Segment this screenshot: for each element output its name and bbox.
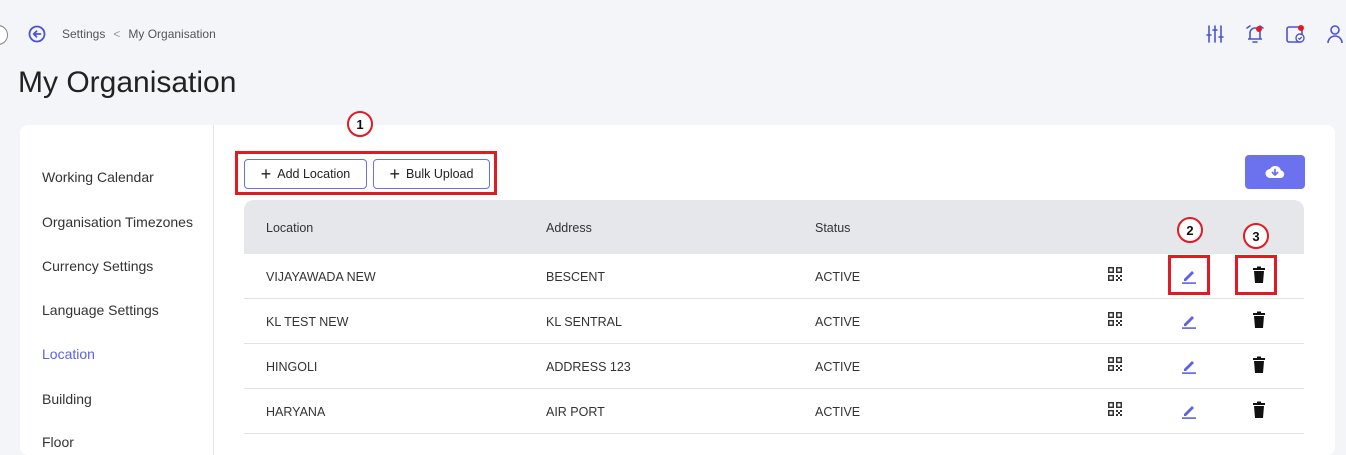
back-arrow-icon[interactable]	[28, 25, 46, 43]
qr-code-icon[interactable]	[1108, 312, 1122, 326]
user-icon[interactable]	[1324, 23, 1346, 45]
download-button[interactable]	[1245, 155, 1305, 189]
cell-location: HINGOLI	[266, 360, 318, 374]
table-row: HARYANA AIR PORT ACTIVE	[244, 389, 1304, 434]
filter-sliders-icon[interactable]	[1204, 23, 1226, 45]
bulk-upload-button[interactable]: + Bulk Upload	[373, 159, 490, 189]
table-header: Location Address Status	[244, 200, 1304, 254]
sidebar-item-currency-settings[interactable]: Currency Settings	[42, 258, 153, 274]
sidebar-item-organisation-timezones[interactable]: Organisation Timezones	[42, 214, 193, 230]
header-address: Address	[546, 221, 592, 235]
cell-status: ACTIVE	[815, 405, 861, 419]
callout-2: 2	[1177, 217, 1203, 243]
cell-address: BESCENT	[546, 270, 606, 284]
highlight-box-edit	[1168, 255, 1210, 295]
cloud-download-icon	[1265, 166, 1285, 178]
cell-location: VIJAYAWADA NEW	[266, 270, 376, 284]
settings-sidebar: Working Calendar Organisation Timezones …	[20, 125, 214, 455]
delete-trash-icon[interactable]	[1252, 401, 1266, 418]
cell-status: ACTIVE	[815, 360, 861, 374]
cell-status: ACTIVE	[815, 270, 861, 284]
table-row: HINGOLI ADDRESS 123 ACTIVE	[244, 344, 1304, 389]
breadcrumb-settings-link[interactable]: Settings	[62, 27, 105, 41]
alarm-bell-icon[interactable]	[1244, 23, 1266, 45]
breadcrumb-current: My Organisation	[128, 27, 216, 41]
sidebar-item-location[interactable]: Location	[42, 346, 95, 362]
cell-address: AIR PORT	[546, 405, 605, 419]
qr-code-icon[interactable]	[1108, 357, 1122, 371]
header-location: Location	[266, 221, 314, 235]
callout-1: 1	[347, 111, 373, 137]
qr-code-icon[interactable]	[1108, 267, 1122, 281]
sidebar-item-building[interactable]: Building	[42, 391, 92, 407]
plus-icon: +	[260, 164, 272, 184]
add-location-button[interactable]: + Add Location	[244, 159, 367, 189]
breadcrumb: Settings < My Organisation	[62, 27, 216, 41]
sidebar-item-floor[interactable]: Floor	[42, 434, 74, 450]
callout-3: 3	[1243, 223, 1269, 249]
cell-address: KL SENTRAL	[546, 315, 622, 329]
cell-location: HARYANA	[266, 405, 326, 419]
table-row: KL TEST NEW KL SENTRAL ACTIVE	[244, 299, 1304, 344]
highlight-box-delete	[1235, 255, 1277, 295]
qr-code-icon[interactable]	[1108, 402, 1122, 416]
sidebar-toggle[interactable]	[0, 25, 8, 45]
edit-pencil-icon[interactable]	[1181, 311, 1197, 329]
header-status: Status	[815, 221, 851, 235]
top-bar: Settings < My Organisation	[0, 0, 1346, 66]
delete-trash-icon[interactable]	[1252, 311, 1266, 328]
calendar-check-icon[interactable]	[1284, 23, 1306, 45]
top-icons	[1204, 23, 1346, 45]
cell-location: KL TEST NEW	[266, 315, 349, 329]
delete-trash-icon[interactable]	[1252, 356, 1266, 373]
table-row: VIJAYAWADA NEW BESCENT ACTIVE	[244, 254, 1304, 299]
cell-address: ADDRESS 123	[546, 360, 631, 374]
edit-pencil-icon[interactable]	[1181, 401, 1197, 419]
locations-table: Location Address Status VIJAYAWADA NEW BE…	[244, 200, 1304, 434]
breadcrumb-separator: <	[113, 27, 121, 41]
sidebar-item-working-calendar[interactable]: Working Calendar	[42, 169, 154, 185]
plus-icon: +	[389, 164, 401, 184]
page-title: My Organisation	[18, 66, 237, 99]
sidebar-item-language-settings[interactable]: Language Settings	[42, 302, 159, 318]
bulk-upload-label: Bulk Upload	[406, 167, 474, 181]
edit-pencil-icon[interactable]	[1181, 356, 1197, 374]
add-location-label: Add Location	[277, 167, 351, 181]
cell-status: ACTIVE	[815, 315, 861, 329]
